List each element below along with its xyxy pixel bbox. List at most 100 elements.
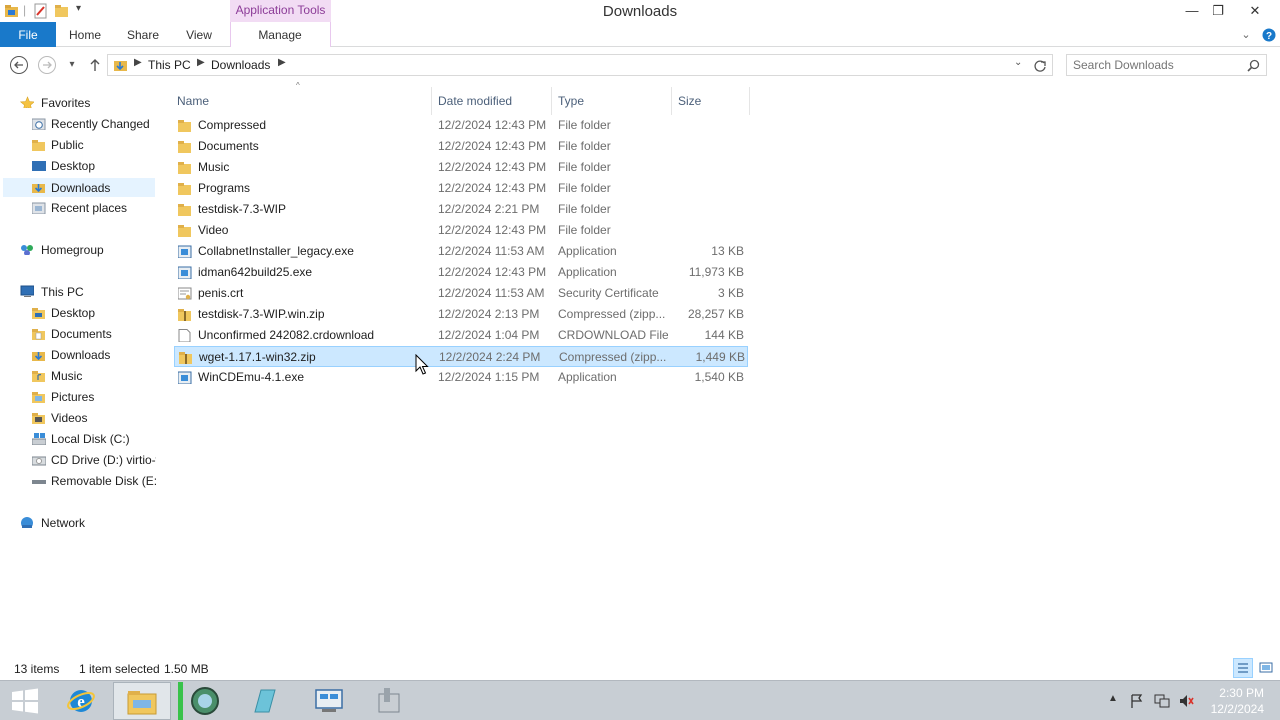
column-divider[interactable]	[671, 87, 672, 115]
file-name: Compressed	[198, 118, 267, 132]
address-history-dropdown-icon[interactable]: ⌄	[1014, 57, 1022, 68]
nav-favorites[interactable]: Favorites	[10, 93, 156, 114]
file-row[interactable]: wget-1.17.1-win32.zip 12/2/2024 2:24 PM Co…	[174, 346, 748, 367]
nav-network[interactable]: Network	[10, 513, 156, 534]
file-row[interactable]: Compressed 12/2/2024 12:43 PM File folder	[174, 115, 748, 136]
tab-share[interactable]: Share	[120, 22, 166, 47]
restore-button[interactable]: ❐	[1203, 0, 1233, 22]
up-icon[interactable]	[85, 55, 105, 75]
breadcrumb-separator[interactable]: ▶	[134, 57, 142, 68]
close-button[interactable]: ✕	[1232, 0, 1278, 22]
computer-icon	[20, 285, 34, 297]
nav-item-pc-pictures[interactable]: Pictures	[2, 387, 156, 408]
tab-home[interactable]: Home	[62, 22, 108, 47]
help-icon[interactable]: ?	[1262, 28, 1276, 42]
nav-item-recent-places[interactable]: Recent places	[2, 198, 156, 219]
nav-item-cd-drive[interactable]: CD Drive (D:) virtio-win	[2, 450, 156, 471]
refresh-icon[interactable]	[1033, 59, 1047, 73]
expand-ribbon-icon[interactable]: ⌄	[1238, 22, 1254, 47]
file-row[interactable]: Music 12/2/2024 12:43 PM File folder	[174, 157, 748, 178]
nav-item-pc-music[interactable]: Music	[2, 366, 156, 387]
clock[interactable]: 2:30 PM 12/2/2024	[1211, 685, 1264, 717]
file-type: Compressed (zipp...	[559, 350, 667, 364]
taskbar-tools[interactable]	[360, 682, 418, 720]
tab-file[interactable]: File	[0, 22, 56, 47]
file-date-modified: 12/2/2024 2:21 PM	[438, 202, 540, 216]
forward-icon[interactable]	[37, 55, 57, 75]
file-row[interactable]: testdisk-7.3-WIP 12/2/2024 2:21 PM File fo…	[174, 199, 748, 220]
column-divider[interactable]	[431, 87, 432, 115]
file-row[interactable]: WinCDEmu-4.1.exe 12/2/2024 1:15 PM Applica…	[174, 367, 748, 388]
search-icon[interactable]	[1247, 59, 1260, 72]
nav-item-downloads[interactable]: Downloads	[2, 177, 156, 198]
tab-manage[interactable]: Manage	[250, 22, 310, 47]
nav-item-local-disk[interactable]: Local Disk (C:)	[2, 429, 156, 450]
taskbar-file-explorer[interactable]	[113, 682, 171, 720]
nav-item-pc-downloads[interactable]: Downloads	[2, 345, 156, 366]
zip-folder-icon	[178, 309, 191, 321]
nav-item-public[interactable]: Public	[2, 135, 156, 156]
nav-item-removable-disk[interactable]: Removable Disk (E:)	[2, 471, 156, 492]
column-header-size[interactable]: Size	[678, 89, 748, 113]
nav-item-desktop[interactable]: Desktop	[2, 156, 156, 177]
start-icon[interactable]	[10, 687, 40, 715]
taskbar-network-app[interactable]	[175, 682, 233, 720]
column-header-name[interactable]: Name	[177, 89, 427, 113]
file-row[interactable]: penis.crt 12/2/2024 11:53 AM Security Cert…	[174, 283, 748, 304]
nav-item-pc-videos[interactable]: Videos	[2, 408, 156, 429]
administrative-tools-icon	[378, 688, 400, 713]
notepad-icon	[254, 689, 276, 713]
network-status-icon[interactable]	[1154, 693, 1170, 709]
recent-locations-icon[interactable]: ▾	[62, 55, 82, 75]
nav-item-recently-changed[interactable]: Recently Changed	[2, 114, 156, 135]
column-header-type[interactable]: Type	[558, 89, 668, 113]
file-date-modified: 12/2/2024 1:15 PM	[438, 370, 540, 384]
mouse-cursor-icon	[415, 354, 429, 375]
videos-folder-icon	[32, 413, 45, 424]
breadcrumb-this-pc[interactable]: This PC	[148, 58, 191, 72]
nav-this-pc[interactable]: This PC	[10, 282, 156, 303]
back-icon[interactable]	[9, 55, 29, 75]
show-hidden-icons-icon[interactable]: ▲	[1108, 693, 1118, 704]
search-box[interactable]	[1066, 54, 1267, 76]
file-date-modified: 12/2/2024 12:43 PM	[438, 223, 547, 237]
file-row[interactable]: Programs 12/2/2024 12:43 PM File folder	[174, 178, 748, 199]
nav-item-pc-documents[interactable]: Documents	[2, 324, 156, 345]
file-row[interactable]: idman642build25.exe 12/2/2024 12:43 PM App…	[174, 262, 748, 283]
file-row[interactable]: Video 12/2/2024 12:43 PM File folder	[174, 220, 748, 241]
file-type: Compressed (zipp...	[558, 307, 666, 321]
running-indicator	[178, 682, 183, 720]
taskbar-internet-explorer[interactable]: e	[52, 682, 110, 720]
nav-item-pc-desktop[interactable]: Desktop	[2, 303, 156, 324]
file-name: Video	[198, 223, 229, 237]
file-type: File folder	[558, 223, 611, 237]
breadcrumb-separator[interactable]: ▶	[197, 57, 205, 68]
nav-homegroup[interactable]: Homegroup	[10, 240, 156, 261]
tab-view[interactable]: View	[176, 22, 222, 47]
breadcrumb-downloads[interactable]: Downloads	[211, 58, 270, 72]
file-row[interactable]: CollabnetInstaller_legacy.exe 12/2/2024 1…	[174, 241, 748, 262]
desktop-folder-icon	[32, 308, 45, 319]
file-name: Programs	[198, 181, 251, 195]
column-divider[interactable]	[749, 87, 750, 115]
action-center-flag-icon[interactable]	[1129, 693, 1145, 709]
taskbar-notepad[interactable]	[235, 682, 293, 720]
file-row[interactable]: Unconfirmed 242082.crdownload 12/2/2024 1…	[174, 325, 748, 346]
large-icons-view-icon[interactable]	[1256, 658, 1276, 678]
taskbar-server-manager[interactable]	[300, 682, 358, 720]
file-name: penis.crt	[198, 286, 244, 300]
volume-muted-icon[interactable]	[1178, 693, 1194, 709]
column-header-date-modified[interactable]: Date modified	[438, 89, 548, 113]
music-folder-icon	[32, 371, 45, 382]
address-bar[interactable]: ▶ This PC ▶ Downloads ▶ ⌄	[107, 54, 1053, 76]
file-date-modified: 12/2/2024 2:24 PM	[439, 350, 541, 364]
file-row[interactable]: Documents 12/2/2024 12:43 PM File folder	[174, 136, 748, 157]
file-size: 28,257 KB	[687, 307, 744, 321]
search-input[interactable]	[1073, 58, 1243, 72]
column-divider[interactable]	[551, 87, 552, 115]
breadcrumb-separator[interactable]: ▶	[278, 57, 286, 68]
file-row[interactable]: testdisk-7.3-WIP.win.zip 12/2/2024 2:13 P…	[174, 304, 748, 325]
details-view-icon[interactable]	[1233, 658, 1253, 678]
network-icon	[21, 517, 33, 528]
file-date-modified: 12/2/2024 11:53 AM	[438, 286, 545, 300]
